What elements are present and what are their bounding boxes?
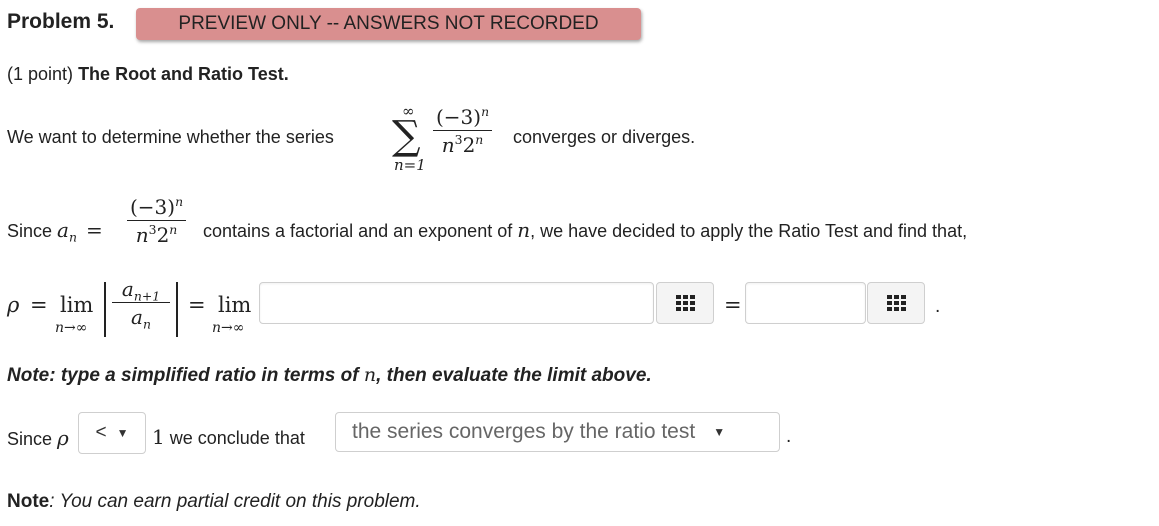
ratio-answer-input[interactable] (259, 282, 654, 324)
problem-intro: (1 point) The Root and Ratio Test. (7, 64, 289, 85)
lim-2-sub: n→∞ (212, 320, 245, 336)
points-label: (1 point) (7, 64, 74, 84)
ratio-den-sub: n (142, 316, 151, 332)
limit-answer-input[interactable] (745, 282, 866, 324)
simplify-note-suffix: , then evaluate the limit above. (376, 365, 652, 386)
lim-2: lim (218, 293, 252, 317)
conclusion-rho: ρ (57, 426, 69, 450)
lim-1: lim (60, 293, 94, 317)
comparison-select[interactable]: < ▼ (78, 412, 146, 454)
conclusion-period: . (786, 426, 792, 447)
term-denominator-mid: 2 (462, 133, 476, 157)
abs-bar-left (104, 282, 106, 337)
conclusion-selected-value: the series converges by the ratio test (352, 420, 696, 443)
since-suffix: contains a factorial and an exponent of … (203, 218, 967, 242)
conclusion-prefix: Since ρ (7, 426, 69, 450)
rho-symbol: ρ (7, 293, 20, 317)
term-denominator-exp1: 3 (454, 131, 463, 147)
preview-banner: PREVIEW ONLY -- ANSWERS NOT RECORDED (136, 8, 641, 40)
equation-palette-icon (675, 295, 695, 311)
an-denominator-exp1: 3 (148, 221, 157, 237)
problem-label: Problem 5. (7, 10, 115, 33)
partial-credit-label: Note (7, 491, 50, 512)
limit-equals-3: = (724, 293, 742, 317)
limit-period: . (935, 296, 941, 317)
equation-palette-icon (886, 295, 906, 311)
since-suffix-b: , we have decided to apply the Ratio Tes… (530, 221, 968, 241)
since-prefix: Since an = (7, 218, 103, 245)
conclusion-since: Since (7, 429, 53, 449)
term-denominator: n (441, 133, 455, 157)
n-variable: n (517, 218, 531, 242)
an-denominator: n (135, 223, 149, 247)
conclusion-one: 1 (152, 425, 165, 449)
term-denominator-exp2: n (475, 131, 484, 147)
sigma-icon: ∑ (392, 113, 421, 159)
statement-suffix: converges or diverges. (513, 127, 696, 147)
abs-bar-right (176, 282, 178, 337)
equation-palette-button-2[interactable] (867, 282, 925, 324)
since-suffix-a: contains a factorial and an exponent of (203, 221, 513, 241)
partial-credit-text: : You can earn partial credit on this pr… (49, 491, 421, 512)
ratio-num-sub: n+1 (133, 288, 161, 304)
simplify-note: Note: type a simplified ratio in terms o… (7, 364, 652, 387)
a-symbol: a (57, 218, 69, 242)
equation-palette-button-1[interactable] (656, 282, 714, 324)
equals-sign: = (85, 218, 103, 242)
partial-credit-note: Note: You can earn partial credit on thi… (7, 491, 421, 513)
a-n-subscript: n (68, 229, 77, 245)
conclusion-middle: 1 we conclude that (152, 425, 305, 449)
series-term: (−3)n n32n (433, 103, 493, 157)
dropdown-caret-icon: ▼ (116, 426, 129, 440)
term-numerator-exp: n (481, 103, 490, 119)
an-denominator-mid: 2 (156, 223, 170, 247)
simplify-note-n: n (363, 364, 377, 386)
an-numerator: (−3) (130, 195, 176, 219)
lim-1-sub: n→∞ (55, 320, 88, 336)
statement-prefix: We want to determine whether the series (7, 127, 334, 147)
a-n-fraction: (−3)n n32n (127, 193, 187, 247)
ratio-fraction: an+1 an (112, 277, 170, 332)
an-numerator-exp: n (175, 193, 184, 209)
summation: ∞ ∑ n=1 (390, 102, 430, 176)
limit-equals-2: = (188, 293, 206, 317)
sum-lower: n=1 (394, 156, 426, 174)
ratio-num-a: a (121, 277, 134, 301)
conclusion-select[interactable]: the series converges by the ratio test ▼ (335, 412, 780, 452)
a-n-symbol: an (57, 218, 77, 245)
an-denominator-exp2: n (169, 221, 178, 237)
since-word: Since (7, 221, 53, 241)
problem-title: The Root and Ratio Test. (78, 64, 289, 84)
dropdown-caret-icon: ▼ (713, 425, 726, 439)
limit-equals-1: = (30, 293, 48, 317)
conclusion-middle-text: we conclude that (169, 428, 305, 448)
term-numerator: (−3) (436, 105, 482, 129)
simplify-note-prefix: Note: type a simplified ratio in terms o… (7, 365, 359, 386)
comparison-selected-value: < (95, 422, 107, 443)
ratio-den-a: a (131, 305, 143, 329)
